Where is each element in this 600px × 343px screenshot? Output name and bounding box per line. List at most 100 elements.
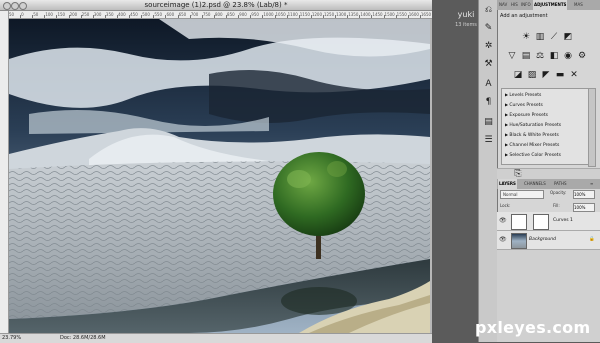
preset-selective-color[interactable]: Selective Color Presets bbox=[505, 152, 561, 158]
ruler-tick bbox=[56, 15, 58, 18]
layer-name[interactable]: Curves 1 bbox=[553, 218, 573, 223]
threshold-icon[interactable]: ◤ bbox=[541, 70, 551, 80]
ruler-tick bbox=[322, 15, 324, 18]
ruler-tick-label: 500 bbox=[142, 12, 150, 17]
preset-channel-mixer[interactable]: Channel Mixer Presets bbox=[505, 142, 559, 148]
ruler-tick-label: 850 bbox=[227, 12, 235, 17]
invert-icon[interactable]: ◪ bbox=[513, 70, 523, 80]
ruler-tick bbox=[141, 15, 143, 18]
ruler-tick-label: 750 bbox=[202, 12, 211, 17]
ruler-tick-label: 50 bbox=[9, 12, 15, 17]
tab-layers[interactable]: LAYERS bbox=[498, 179, 517, 189]
ruler-tick-label: 900 bbox=[239, 12, 247, 17]
ruler-tick-label: 1200 bbox=[311, 12, 323, 17]
ruler-tick-label: 550 bbox=[154, 12, 162, 17]
canvas-image bbox=[9, 19, 430, 333]
notes-icon[interactable]: ☰ bbox=[482, 134, 495, 147]
preset-hue-saturation[interactable]: Hue/Saturation Presets bbox=[505, 122, 561, 128]
opacity-input[interactable]: 100% bbox=[573, 190, 595, 199]
layer-row-curves[interactable]: 👁 Curves 1 bbox=[497, 212, 600, 231]
black-white-icon[interactable]: ◧ bbox=[549, 51, 559, 61]
ruler-tick bbox=[238, 15, 240, 18]
ruler-tick bbox=[347, 15, 349, 18]
clone-source-icon[interactable]: ✲ bbox=[482, 40, 495, 53]
ruler-tick-label: 1550 bbox=[396, 12, 407, 17]
ruler-tick bbox=[32, 15, 34, 18]
ruler-tick-label: 1250 bbox=[323, 12, 335, 17]
preset-levels[interactable]: Levels Presets bbox=[505, 92, 541, 98]
preset-exposure[interactable]: Exposure Presets bbox=[505, 112, 548, 118]
watermark-text: pxleyes bbox=[475, 318, 547, 337]
ruler-tick-label: 1400 bbox=[360, 12, 371, 17]
ruler-tick bbox=[262, 15, 264, 18]
ruler-tick-label: 1450 bbox=[372, 12, 383, 17]
tab-info[interactable]: INFO bbox=[520, 0, 532, 10]
ruler-tick-label: 50 bbox=[33, 12, 39, 17]
ruler-tick-label: 1300 bbox=[336, 12, 347, 17]
ruler-tick bbox=[395, 15, 397, 18]
layer-mask-thumbnail[interactable] bbox=[533, 214, 549, 230]
horizontal-ruler[interactable]: 50 0 50 100 150 200 250 300 350 400 450 500 550 600 65… bbox=[8, 11, 432, 19]
paragraph-icon[interactable]: ¶ bbox=[482, 96, 495, 109]
selective-color-icon[interactable]: ✕ bbox=[569, 70, 579, 80]
panel-dock-icons: ⎌ ✎ ✲ ⚒ A ¶ ▤ ☰ bbox=[478, 0, 498, 342]
layer-name[interactable]: Background bbox=[529, 237, 556, 242]
ruler-tick bbox=[201, 15, 203, 18]
visibility-eye-icon[interactable]: 👁 bbox=[499, 217, 507, 224]
color-balance-icon[interactable]: ⚖ bbox=[535, 51, 545, 61]
channel-mixer-icon[interactable]: ⚙ bbox=[577, 51, 587, 61]
adjustment-thumbnail bbox=[511, 214, 527, 230]
ruler-tick-label: 450 bbox=[130, 12, 138, 17]
ruler-tick-label: 350 bbox=[105, 12, 114, 17]
presets-scrollbar[interactable] bbox=[588, 88, 596, 167]
fill-input[interactable]: 100% bbox=[573, 203, 595, 212]
tool-presets-icon[interactable]: ⚒ bbox=[482, 58, 495, 71]
history-icon[interactable]: ⎌ bbox=[482, 4, 495, 17]
ruler-tick bbox=[298, 15, 300, 18]
watermark: pxleyes.com bbox=[475, 318, 590, 337]
tab-channels[interactable]: CHANNELS bbox=[523, 179, 547, 189]
panel-menu-icon[interactable]: ≡ bbox=[589, 179, 594, 189]
layers-panel-tabs: LAYERS CHANNELS PATHS ≡ bbox=[497, 179, 600, 189]
ruler-tick bbox=[177, 15, 179, 18]
brightness-contrast-icon[interactable]: ☀ bbox=[521, 32, 531, 42]
posterize-icon[interactable]: ▨ bbox=[527, 70, 537, 80]
clip-to-layer-icon[interactable]: ⎘ bbox=[513, 169, 523, 179]
vertical-ruler[interactable] bbox=[0, 11, 9, 333]
photo-filter-icon[interactable]: ◉ bbox=[563, 51, 573, 61]
visibility-eye-icon[interactable]: 👁 bbox=[499, 236, 507, 243]
ruler-tick bbox=[419, 15, 421, 18]
ruler-tick-label: 300 bbox=[93, 12, 102, 17]
layer-row-background[interactable]: 👁 Background 🔒 bbox=[497, 231, 600, 250]
adjustment-presets-list: Levels Presets Curves Presets Exposure P… bbox=[501, 88, 589, 165]
exposure-icon[interactable]: ◩ bbox=[563, 32, 573, 42]
ruler-tick-label: 100 bbox=[45, 12, 53, 17]
layer-thumbnail bbox=[511, 233, 527, 249]
curves-icon[interactable]: ⟋ bbox=[549, 32, 559, 42]
ruler-tick bbox=[129, 15, 131, 18]
brush-presets-icon[interactable]: ✎ bbox=[482, 22, 495, 35]
tab-navigator[interactable]: NAV bbox=[498, 0, 508, 10]
document-size-info[interactable]: Doc: 28.6M/28.6M bbox=[60, 335, 106, 341]
document-canvas[interactable] bbox=[9, 19, 430, 333]
layer-comps-icon[interactable]: ▤ bbox=[482, 116, 495, 129]
tab-histogram[interactable]: HIS bbox=[510, 0, 519, 10]
gradient-map-icon[interactable]: ▬ bbox=[555, 70, 565, 80]
adjustments-footer: ⎘ bbox=[497, 168, 600, 179]
ruler-tick bbox=[68, 15, 70, 18]
adjustments-title: Add an adjustment bbox=[500, 13, 548, 19]
hue-saturation-icon[interactable]: ▤ bbox=[521, 51, 531, 61]
ruler-tick-label: 400 bbox=[118, 12, 126, 17]
vibrance-icon[interactable]: ▽ bbox=[507, 51, 517, 61]
zoom-level[interactable]: 23.79% bbox=[2, 335, 21, 341]
preset-curves[interactable]: Curves Presets bbox=[505, 102, 542, 108]
character-icon[interactable]: A bbox=[482, 78, 495, 91]
levels-icon[interactable]: ▥ bbox=[535, 32, 545, 42]
ruler-tick-label: 200 bbox=[69, 12, 78, 17]
tab-paths[interactable]: PATHS bbox=[553, 179, 568, 189]
blend-mode-select[interactable]: Normal bbox=[500, 190, 544, 199]
lock-label: Lock: bbox=[500, 203, 511, 208]
preset-black-white[interactable]: Black & White Presets bbox=[505, 132, 558, 138]
tab-masks[interactable]: MAS bbox=[573, 0, 584, 10]
tab-adjustments[interactable]: ADJUSTMENTS bbox=[533, 0, 568, 10]
